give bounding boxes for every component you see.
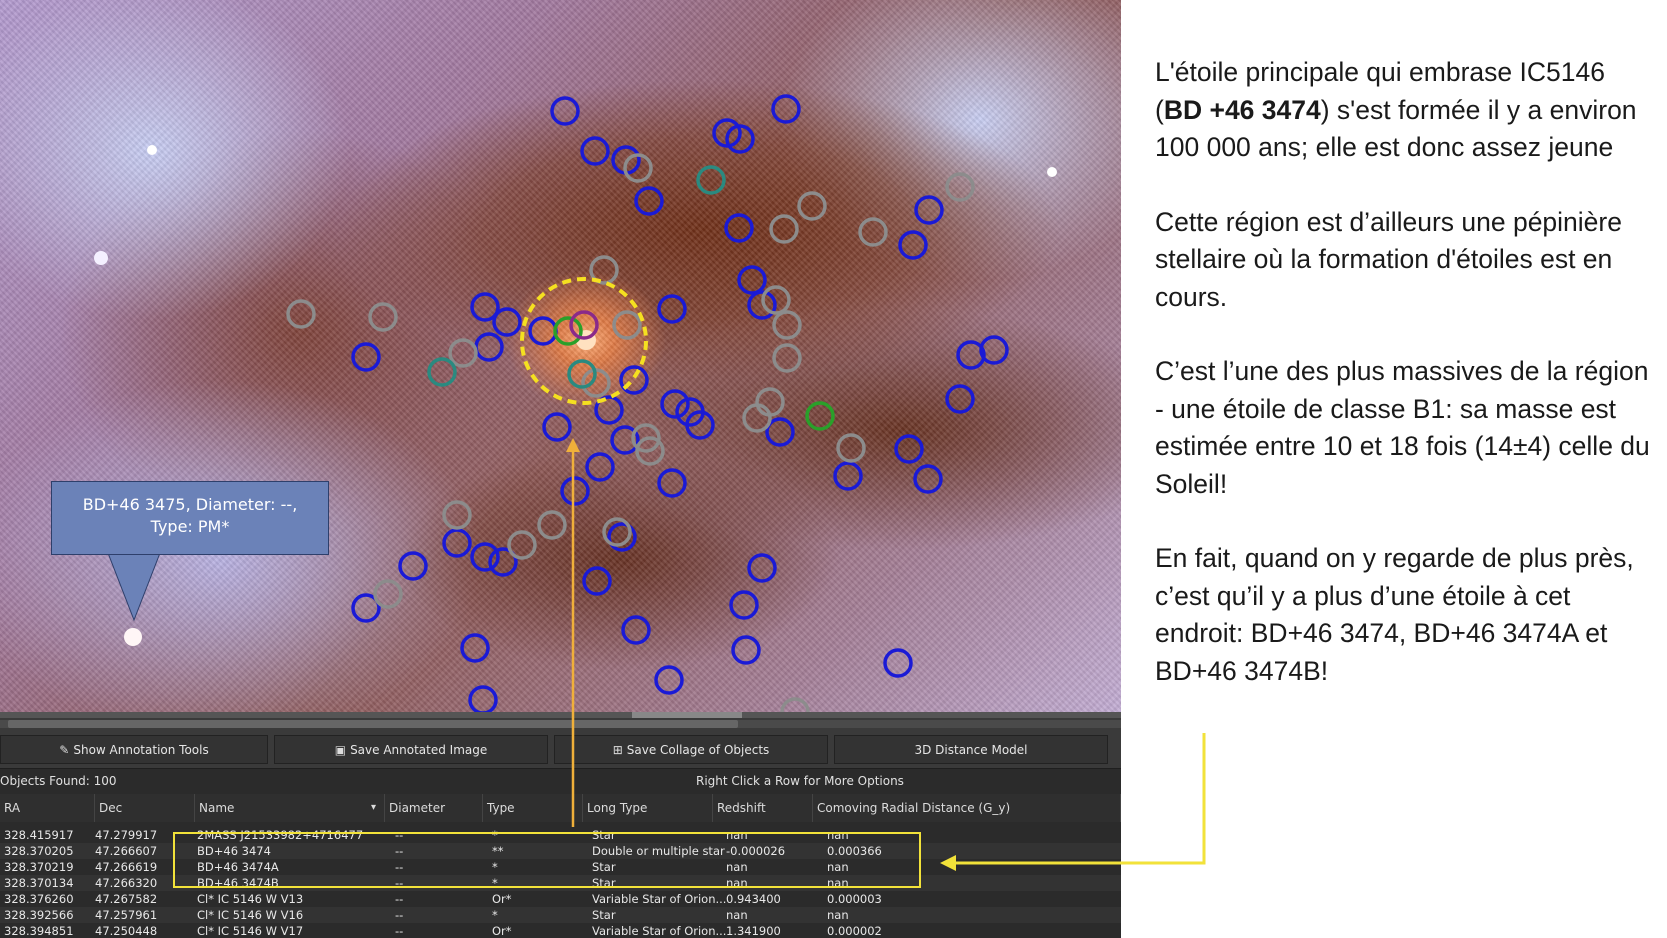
table-cell: -- <box>395 908 404 922</box>
table-cell: 47.266619 <box>95 860 158 874</box>
table-cell: 0.000002 <box>827 924 882 938</box>
table-cell: 47.250448 <box>95 924 158 938</box>
tooltip-line-1: BD+46 3475, Diameter: --, <box>82 495 298 514</box>
paragraph-1: L'étoile principale qui embrase IC5146 (… <box>1155 57 1637 162</box>
col-header-name[interactable]: Name ▾ <box>195 794 385 822</box>
table-cell: 328.394851 <box>4 924 74 938</box>
table-cell: 328.376260 <box>4 892 74 906</box>
table-cell: Variable Star of Orion... <box>592 892 727 906</box>
status-line: Objects Found: 100 Right Click a Row for… <box>0 768 1121 794</box>
star-name-bold: BD +46 3474 <box>1163 94 1321 125</box>
table-cell: 47.279917 <box>95 828 158 842</box>
table-cell: nan <box>726 908 748 922</box>
horizontal-scrollbar[interactable] <box>0 720 1121 728</box>
paragraph-3: C’est l’une des plus massives de la régi… <box>1155 356 1650 499</box>
highlighted-rows-box <box>173 832 921 888</box>
table-cell: 328.392566 <box>4 908 74 922</box>
table-cell: 47.257961 <box>95 908 158 922</box>
table-cell: Or* <box>492 892 512 906</box>
image-save-icon: ▣ <box>334 743 347 757</box>
table-cell: 0.000003 <box>827 892 882 906</box>
table-cell: Or* <box>492 924 512 938</box>
right-click-hint: Right Click a Row for More Options <box>696 774 904 788</box>
table-cell: 1.341900 <box>726 924 781 938</box>
table-cell: Cl* IC 5146 W V17 <box>197 924 304 938</box>
paragraph-2: Cette région est d’ailleurs une pépinièr… <box>1155 206 1622 312</box>
table-cell: 328.370134 <box>4 876 74 890</box>
table-cell: 328.415917 <box>4 828 74 842</box>
save-collage-button[interactable]: ⊞ Save Collage of Objects <box>554 735 828 764</box>
sort-chevron-icon: ▾ <box>370 802 376 813</box>
table-cell: 328.370205 <box>4 844 74 858</box>
grid-icon: ⊞ <box>612 743 623 757</box>
table-row[interactable]: 328.392566 47.257961 Cl* IC 5146 W V16 -- * S… <box>0 907 1121 923</box>
table-cell: 47.266320 <box>95 876 158 890</box>
pencil-icon: ✎ <box>59 743 70 757</box>
table-row[interactable]: 328.376260 47.267582 Cl* IC 5146 W V13 -- Or… <box>0 891 1121 907</box>
results-panel: ✎ Show Annotation Tools ▣ Save Annotated I… <box>0 718 1121 938</box>
col-header-long-type[interactable]: Long Type <box>583 794 713 822</box>
paragraph-4: En fait, quand on y regarde de plus près… <box>1155 543 1634 686</box>
table-cell: -- <box>395 892 404 906</box>
col-header-comoving-distance[interactable]: Comoving Radial Distance (G_y) <box>813 794 1121 822</box>
callout-tail <box>107 552 161 622</box>
table-cell: 328.370219 <box>4 860 74 874</box>
table-cell: Variable Star of Orion... <box>592 924 727 938</box>
save-annotated-image-button[interactable]: ▣ Save Annotated Image <box>274 735 548 764</box>
col-header-diameter[interactable]: Diameter <box>385 794 483 822</box>
3d-distance-model-button[interactable]: 3D Distance Model <box>834 735 1108 764</box>
table-cell: * <box>492 908 498 922</box>
table-cell: nan <box>827 908 849 922</box>
toolbar: ✎ Show Annotation Tools ▣ Save Annotated I… <box>0 718 1121 769</box>
objects-found-count: Objects Found: 100 <box>0 774 117 788</box>
col-header-type[interactable]: Type <box>483 794 583 822</box>
table-row[interactable]: 328.394851 47.250448 Cl* IC 5146 W V17 -- Or… <box>0 923 1121 938</box>
object-tooltip: BD+46 3475, Diameter: --, Type: PM* <box>51 481 329 555</box>
table-cell: Cl* IC 5146 W V13 <box>197 892 304 906</box>
table-cell: 47.266607 <box>95 844 158 858</box>
tooltip-line-2: Type: PM* <box>150 517 230 536</box>
table-cell: Cl* IC 5146 W V16 <box>197 908 304 922</box>
col-header-redshift[interactable]: Redshift <box>713 794 813 822</box>
col-header-ra[interactable]: RA <box>0 794 95 822</box>
table-cell: 0.943400 <box>726 892 781 906</box>
show-annotation-tools-button[interactable]: ✎ Show Annotation Tools <box>0 735 268 764</box>
table-cell: 47.267582 <box>95 892 158 906</box>
explanation-text: L'étoile principale qui embrase IC5146 (… <box>1155 54 1655 727</box>
scrollbar-thumb[interactable] <box>8 720 738 728</box>
table-cell: Star <box>592 908 616 922</box>
table-cell: -- <box>395 924 404 938</box>
col-header-dec[interactable]: Dec <box>95 794 195 822</box>
